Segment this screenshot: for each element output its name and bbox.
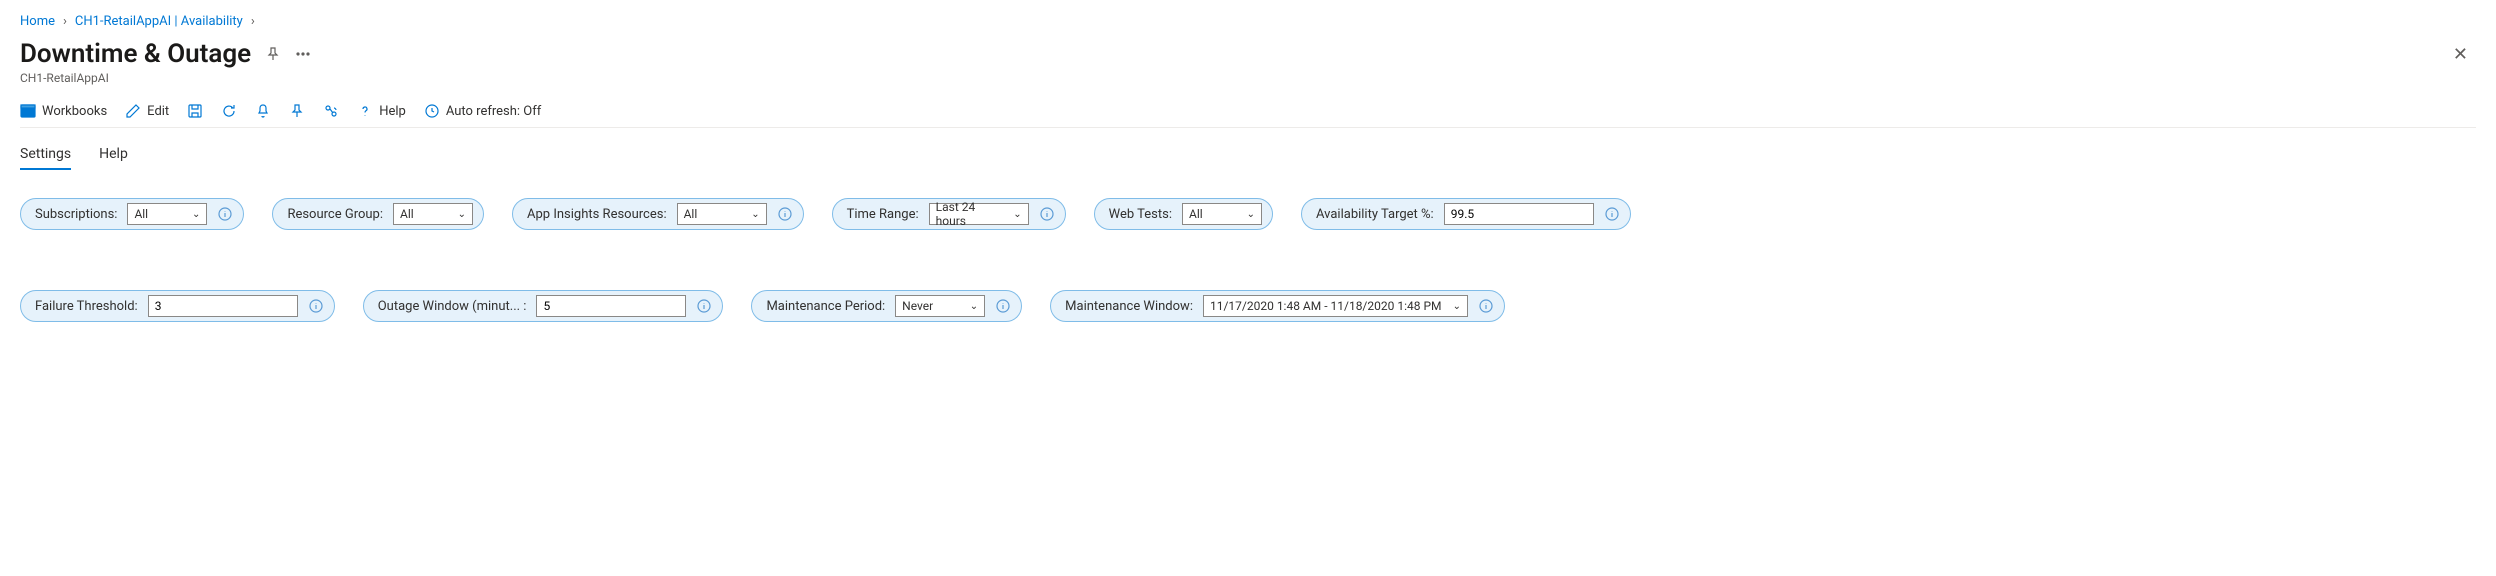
breadcrumb-separator: › [247,14,259,29]
filters-row-2: Failure Threshold: Outage Window (minut.… [20,290,2476,322]
filter-outage-window: Outage Window (minut... : [363,290,724,322]
maintenance-period-select[interactable]: Never ⌄ [895,295,985,317]
info-icon[interactable] [217,206,233,222]
availability-target-input[interactable] [1444,203,1594,225]
chevron-down-icon: ⌄ [970,301,978,312]
filters-row-1: Subscriptions: All ⌄ Resource Group: All… [20,198,2476,230]
tab-settings[interactable]: Settings [20,146,71,170]
filter-availability-target: Availability Target %: [1301,198,1631,230]
filter-app-insights: App Insights Resources: All ⌄ [512,198,804,230]
alert-button[interactable] [255,103,271,119]
chevron-down-icon: ⌄ [1013,209,1021,220]
chevron-down-icon: ⌄ [458,209,466,220]
filter-maintwindow-label: Maintenance Window: [1065,299,1193,314]
maintenance-period-value: Never [902,299,933,313]
breadcrumb-resource[interactable]: CH1-RetailAppAI | Availability [75,14,243,29]
tabs: Settings Help [20,146,2476,170]
save-button[interactable] [187,103,203,119]
web-tests-value: All [1189,207,1203,221]
outage-window-input[interactable] [536,295,686,317]
info-icon[interactable] [696,298,712,314]
page-title: Downtime & Outage [20,39,251,69]
close-button[interactable]: ✕ [2445,40,2476,69]
help-label: Help [379,104,406,119]
subscriptions-select[interactable]: All ⌄ [127,203,207,225]
maintenance-window-select[interactable]: 11/17/2020 1:48 AM - 11/18/2020 1:48 PM … [1203,295,1468,317]
time-range-value: Last 24 hours [936,200,1006,228]
subscriptions-value: All [134,207,148,221]
info-icon[interactable] [1604,206,1620,222]
chevron-down-icon: ⌄ [1453,301,1461,312]
auto-refresh-button[interactable]: Auto refresh: Off [424,103,541,119]
filter-maintperiod-label: Maintenance Period: [766,299,885,314]
auto-refresh-label: Auto refresh: Off [446,104,541,119]
filter-subscriptions: Subscriptions: All ⌄ [20,198,244,230]
app-insights-value: All [684,207,698,221]
app-insights-select[interactable]: All ⌄ [677,203,767,225]
info-icon[interactable] [1478,298,1494,314]
pin-toolbar-button[interactable] [289,103,305,119]
filter-outagewin-label: Outage Window (minut... : [378,299,527,314]
resource-group-select[interactable]: All ⌄ [393,203,473,225]
chevron-down-icon: ⌄ [192,209,200,220]
more-icon[interactable] [295,46,311,62]
filter-subscriptions-label: Subscriptions: [35,207,117,222]
workbooks-button[interactable]: Workbooks [20,103,107,119]
filter-failure-threshold: Failure Threshold: [20,290,335,322]
filter-maintenance-window: Maintenance Window: 11/17/2020 1:48 AM -… [1050,290,1505,322]
filter-webtests-label: Web Tests: [1109,207,1172,222]
info-icon[interactable] [1039,206,1055,222]
help-button[interactable]: Help [357,103,406,119]
workbooks-label: Workbooks [42,104,107,119]
time-range-select[interactable]: Last 24 hours ⌄ [929,203,1029,225]
web-tests-select[interactable]: All ⌄ [1182,203,1262,225]
breadcrumb-separator: › [59,14,71,29]
edit-label: Edit [147,104,169,119]
page-subtitle: CH1-RetailAppAI [20,71,2476,85]
refresh-button[interactable] [221,103,237,119]
maintenance-window-value: 11/17/2020 1:48 AM - 11/18/2020 1:48 PM [1210,299,1442,313]
filter-time-range: Time Range: Last 24 hours ⌄ [832,198,1066,230]
chevron-down-icon: ⌄ [1247,209,1255,220]
resource-group-value: All [400,207,414,221]
info-icon[interactable] [777,206,793,222]
breadcrumb: Home › CH1-RetailAppAI | Availability › [20,14,2476,29]
filter-availtarget-label: Availability Target %: [1316,207,1434,222]
filter-appinsights-label: App Insights Resources: [527,207,667,222]
toolbar: Workbooks Edit Help Auto refresh: Off [20,103,2476,128]
edit-button[interactable]: Edit [125,103,169,119]
filter-resource-group: Resource Group: All ⌄ [272,198,484,230]
filter-rg-label: Resource Group: [287,207,383,222]
share-button[interactable] [323,103,339,119]
filter-timerange-label: Time Range: [847,207,919,222]
filter-maintenance-period: Maintenance Period: Never ⌄ [751,290,1022,322]
filter-web-tests: Web Tests: All ⌄ [1094,198,1273,230]
chevron-down-icon: ⌄ [751,209,759,220]
tab-help[interactable]: Help [99,146,128,170]
breadcrumb-home[interactable]: Home [20,14,55,29]
info-icon[interactable] [308,298,324,314]
failure-threshold-input[interactable] [148,295,298,317]
pin-icon[interactable] [265,46,281,62]
filter-failthresh-label: Failure Threshold: [35,299,138,314]
info-icon[interactable] [995,298,1011,314]
